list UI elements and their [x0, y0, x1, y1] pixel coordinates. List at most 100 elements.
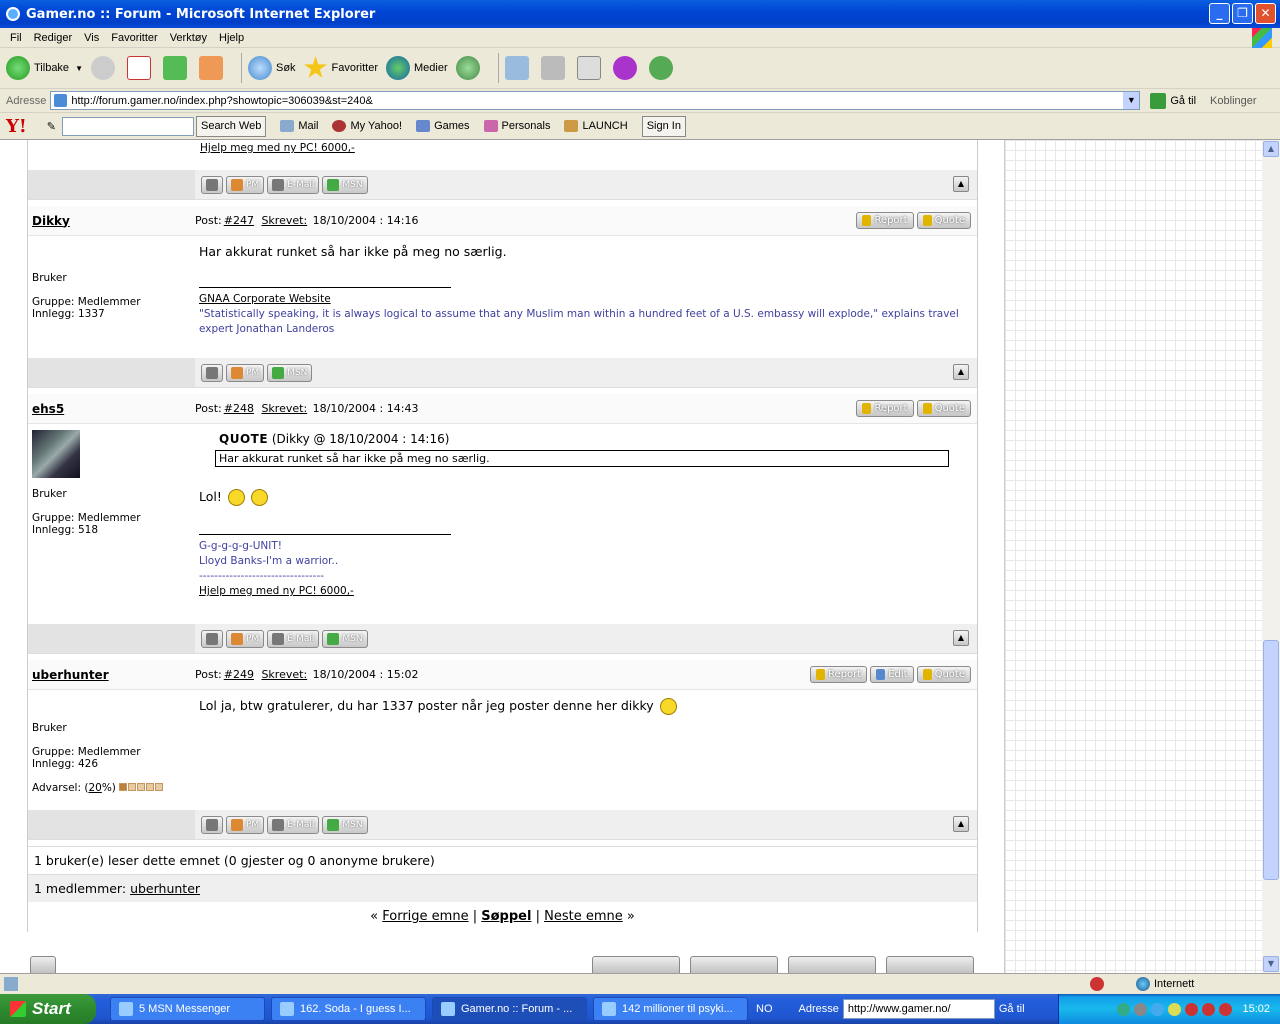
go-button[interactable]: Gå til	[1150, 92, 1196, 109]
msn-button[interactable]: MSN	[267, 363, 313, 382]
refresh-button[interactable]	[162, 56, 191, 80]
yahoo-logo[interactable]: Y!	[6, 116, 27, 137]
edit-button[interactable]	[576, 56, 605, 80]
vertical-scrollbar[interactable]: ▲ ▼	[1262, 140, 1280, 973]
mail-button[interactable]	[504, 56, 533, 80]
scroll-top-button[interactable]: ▲	[953, 816, 969, 832]
print-topic-button[interactable]	[30, 956, 56, 973]
back-button[interactable]: Tilbake ▼	[6, 56, 83, 80]
stop-button[interactable]	[126, 56, 155, 80]
history-button[interactable]	[455, 56, 484, 80]
member-link[interactable]: uberhunter	[130, 881, 200, 896]
yahoo-mail-link[interactable]: Mail	[280, 120, 318, 132]
new-topic-button[interactable]	[788, 956, 876, 973]
sig-link[interactable]: Hjelp meg med ny PC! 6000,-	[200, 142, 355, 154]
address-input[interactable]: http://forum.gamer.no/index.php?showtopi…	[50, 91, 1141, 110]
scrollbar-thumb[interactable]	[1263, 640, 1279, 880]
search-button[interactable]: Søk	[247, 56, 296, 80]
report-button[interactable]: Report	[810, 666, 868, 683]
home-button[interactable]	[198, 56, 227, 80]
favorites-button[interactable]: Favoritter	[304, 56, 378, 80]
taskbar-item-gamer[interactable]: Gamer.no :: Forum - ...	[432, 997, 587, 1021]
post-author[interactable]: uberhunter	[28, 668, 195, 682]
launch-link[interactable]: LAUNCH	[564, 120, 628, 132]
email-button[interactable]: E-Mail	[267, 629, 320, 648]
tray-icon[interactable]	[1219, 1002, 1233, 1016]
media-button[interactable]: Medier	[386, 56, 448, 80]
menu-view[interactable]: Vis	[78, 32, 105, 44]
quote-button[interactable]: Quote	[916, 666, 971, 683]
taskbar-item-news[interactable]: 142 millioner til psyki...	[593, 997, 748, 1021]
taskbar-item-msn[interactable]: 5 MSN Messenger	[110, 997, 265, 1021]
pm-button[interactable]: PM	[226, 815, 265, 834]
sig-link[interactable]: Hjelp meg med ny PC! 6000,-	[199, 584, 973, 599]
post-number-link[interactable]: #248	[224, 402, 254, 415]
tray-icon[interactable]	[1168, 1002, 1182, 1016]
post-number-link[interactable]: #249	[224, 668, 254, 681]
edit-post-button[interactable]: Edit	[870, 666, 914, 683]
yahoo-search-input[interactable]	[61, 116, 194, 136]
pm-button[interactable]: PM	[226, 175, 265, 194]
tray-icon[interactable]	[1185, 1002, 1199, 1016]
address-dropdown-icon[interactable]: ▼	[1123, 92, 1140, 109]
fast-reply-button[interactable]	[690, 956, 778, 973]
menu-favorites[interactable]: Favoritter	[105, 32, 163, 44]
minimize-button[interactable]: _	[1209, 3, 1230, 24]
scroll-up-button[interactable]: ▲	[1263, 141, 1279, 157]
language-indicator[interactable]: NO	[756, 1003, 773, 1015]
email-button[interactable]: E-Mail	[267, 175, 320, 194]
tray-icon[interactable]	[1151, 1002, 1165, 1016]
personals-link[interactable]: Personals	[483, 120, 550, 132]
tray-icon[interactable]	[1134, 1002, 1148, 1016]
print-button[interactable]	[540, 56, 569, 80]
highlight-pen-icon[interactable]: ✎	[47, 120, 56, 133]
yahoo-messenger-button[interactable]	[612, 56, 641, 80]
tray-icon[interactable]	[1117, 1002, 1131, 1016]
profile-button[interactable]	[201, 175, 223, 194]
add-reply-button[interactable]	[592, 956, 680, 973]
menu-help[interactable]: Hjelp	[213, 32, 250, 44]
messenger-button[interactable]	[648, 56, 677, 80]
pm-button[interactable]: PM	[226, 363, 265, 382]
links-button[interactable]: Koblinger	[1210, 95, 1256, 107]
tray-icon[interactable]	[1202, 1002, 1216, 1016]
taskbar-item-soda[interactable]: 162. Soda - I guess I...	[271, 997, 426, 1021]
games-link[interactable]: Games	[416, 120, 470, 132]
profile-button[interactable]	[201, 629, 223, 648]
scroll-top-button[interactable]: ▲	[953, 630, 969, 646]
scroll-top-button[interactable]: ▲	[953, 176, 969, 192]
post-number-link[interactable]: #247	[224, 214, 254, 227]
trash-forum-link[interactable]: Søppel	[481, 909, 531, 924]
menu-file[interactable]: Fil	[4, 32, 28, 44]
scroll-top-button[interactable]: ▲	[953, 364, 969, 380]
sig-link[interactable]: GNAA Corporate Website	[199, 292, 973, 307]
quote-button[interactable]: Quote	[916, 400, 971, 417]
post-author[interactable]: ehs5	[28, 402, 195, 416]
forward-button[interactable]	[90, 56, 119, 80]
pm-button[interactable]: PM	[226, 629, 265, 648]
search-web-button[interactable]: Search Web	[195, 115, 267, 137]
post-author[interactable]: Dikky	[28, 214, 195, 228]
menu-tools[interactable]: Verktøy	[164, 32, 213, 44]
msn-button[interactable]: MSN	[322, 815, 368, 834]
warning-percent-link[interactable]: 20	[88, 782, 101, 794]
my-yahoo-link[interactable]: My Yahoo!	[332, 120, 402, 132]
taskbar-address-input[interactable]: http://www.gamer.no/	[842, 999, 995, 1019]
quote-button[interactable]: Quote	[916, 212, 971, 229]
scroll-down-button[interactable]: ▼	[1263, 956, 1279, 972]
profile-button[interactable]	[201, 363, 223, 382]
msn-button[interactable]: MSN	[322, 629, 368, 648]
email-button[interactable]: E-Mail	[267, 815, 320, 834]
close-button[interactable]: ✕	[1255, 3, 1276, 24]
next-topic-link[interactable]: Neste emne	[544, 909, 623, 924]
maximize-button[interactable]: ❐	[1232, 3, 1253, 24]
msn-button[interactable]: MSN	[322, 175, 368, 194]
start-button[interactable]: Start	[0, 994, 96, 1024]
profile-button[interactable]	[201, 815, 223, 834]
taskbar-go-button[interactable]: Gå til	[999, 1003, 1025, 1015]
menu-edit[interactable]: Rediger	[28, 32, 79, 44]
report-button[interactable]: Report	[856, 212, 914, 229]
sign-in-button[interactable]: Sign In	[641, 115, 686, 137]
new-poll-button[interactable]	[886, 956, 974, 973]
back-dropdown-icon[interactable]: ▼	[75, 64, 83, 73]
